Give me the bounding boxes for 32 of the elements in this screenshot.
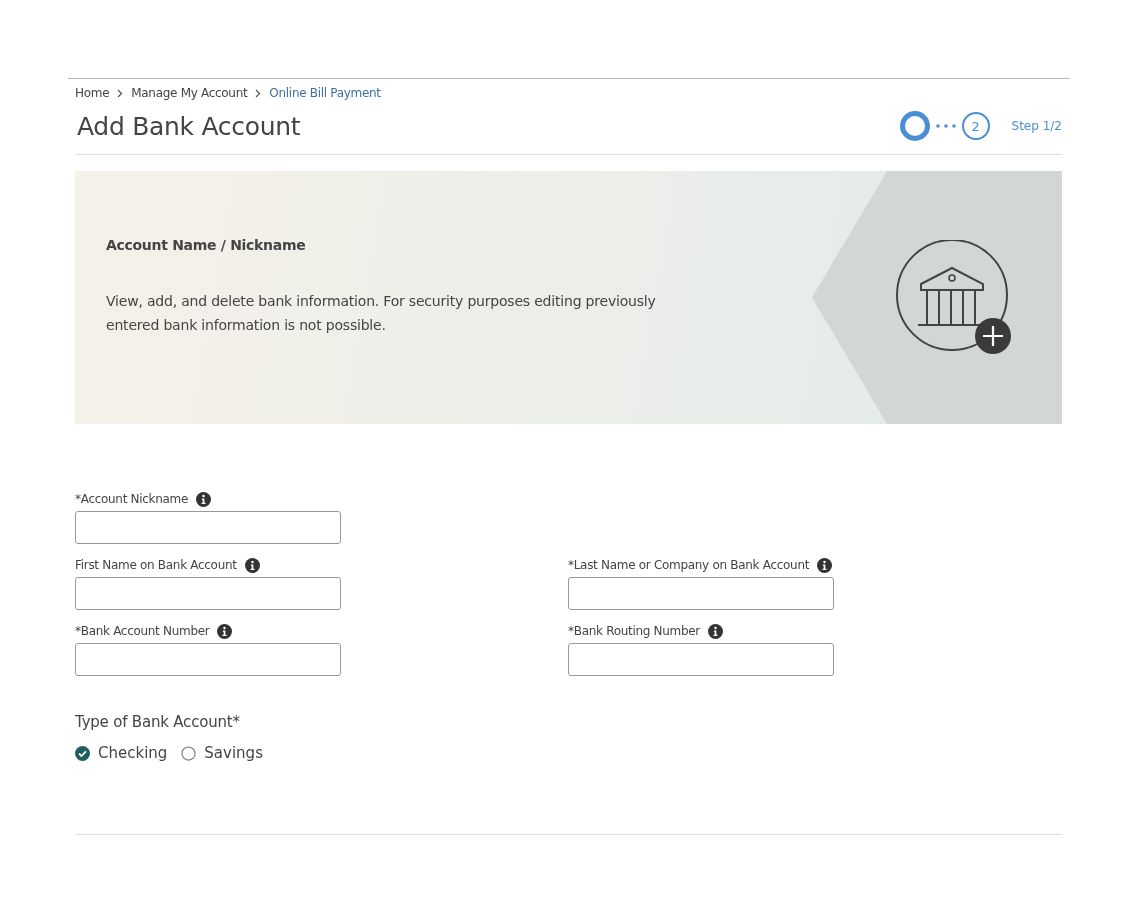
step-indicator: 2 xyxy=(961,112,990,140)
breadcrumb-link[interactable]: Online Bill Payment xyxy=(269,86,381,100)
bank-add-icon xyxy=(896,239,1014,356)
field-label: *Last Name or Company on Bank Account xyxy=(568,558,810,572)
info-icon[interactable] xyxy=(708,623,723,639)
radio-button[interactable] xyxy=(181,745,197,761)
input-field[interactable] xyxy=(75,511,341,544)
input-field[interactable] xyxy=(568,577,834,610)
field-label: *Account Nickname xyxy=(75,492,189,506)
breadcrumb-link[interactable]: Home xyxy=(75,86,110,100)
info-icon[interactable] xyxy=(217,623,233,639)
page-title: Add Bank Account xyxy=(77,111,301,141)
field-label: First Name on Bank Account xyxy=(75,558,237,572)
chevron-icon xyxy=(117,88,124,98)
input-field[interactable] xyxy=(568,643,834,676)
banner-heading: Account Name / Nickname xyxy=(106,237,307,253)
radio-checked-icon[interactable] xyxy=(75,745,90,761)
info-icon[interactable] xyxy=(196,491,212,507)
chevron-icon xyxy=(255,88,262,98)
breadcrumb-link[interactable]: Manage My Account xyxy=(131,86,248,100)
field-label: *Bank Account Number xyxy=(75,624,210,638)
input-field[interactable] xyxy=(75,643,341,676)
radio-label[interactable]: Savings xyxy=(204,744,263,762)
banner-description: View, add, and delete bank information. For security purposes editing previously entered bank information is not possible. xyxy=(106,292,657,335)
dots-icon xyxy=(935,124,956,128)
step-counter: Step 1/2 xyxy=(1011,119,1062,133)
radio-label[interactable]: Checking xyxy=(98,744,168,762)
input-field[interactable] xyxy=(75,577,341,610)
info-icon[interactable] xyxy=(817,557,833,573)
info-icon[interactable] xyxy=(244,557,260,573)
field-label: *Bank Routing Number xyxy=(568,624,700,638)
field-label: Type of Bank Account* xyxy=(75,713,241,731)
